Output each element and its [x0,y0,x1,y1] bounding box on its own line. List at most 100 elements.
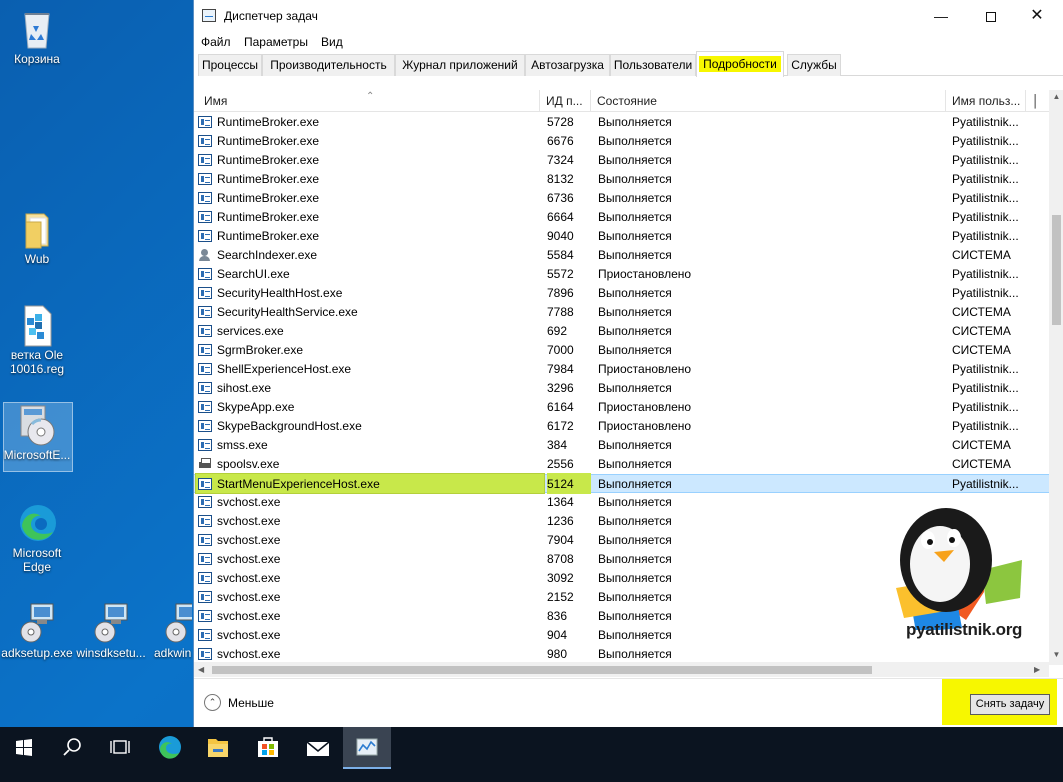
table-row[interactable]: SgrmBroker.exe 7000 Выполняется СИСТЕМА [194,341,1049,360]
table-row[interactable]: SecurityHealthHost.exe 7896 Выполняется Pya… [194,284,1049,303]
table-row[interactable]: spoolsv.exe 2556 Выполняется СИСТЕМА [194,455,1049,474]
cell-name: SearchUI.exe [217,267,290,281]
desktop-icon-microsoft-edge[interactable]: Microsoft Edge [0,502,74,574]
table-row[interactable]: RuntimeBroker.exe 5728 Выполняется Pyatilis… [194,113,1049,132]
title-bar[interactable]: Диспетчер задач — ✕ [194,0,1063,32]
taskbar-edge[interactable] [146,727,194,769]
scroll-left-arrow-icon[interactable]: ◀ [198,662,204,677]
setup-computer-icon [162,602,192,643]
desktop-icon-reg-file[interactable]: ветка Ole 10016.reg [0,304,74,376]
table-row[interactable]: ShellExperienceHost.exe 7984 Приостановлен… [194,360,1049,379]
table-row[interactable]: services.exe 692 Выполняется СИСТЕМА [194,322,1049,341]
cell-pid: 1236 [547,514,574,528]
menu-options[interactable]: Параметры [244,35,308,49]
cell-name: svchost.exe [217,590,281,604]
cell-name: services.exe [217,324,284,338]
desktop-icon-adkwin[interactable]: adkwin [148,602,192,660]
cell-name: svchost.exe [217,533,281,547]
column-header-pid[interactable]: ИД п... [540,90,591,112]
table-row[interactable]: RuntimeBroker.exe 8132 Выполняется Pyatilis… [194,170,1049,189]
cell-state: Выполняется [598,229,672,243]
column-header-name-label: Имя [204,94,228,108]
footer: ⌃ Меньше Снять задачу [194,678,1063,727]
desktop-icon-winsdksetup[interactable]: winsdksetu... [74,602,148,660]
taskbar-store[interactable] [244,727,292,769]
task-view-button[interactable] [96,727,144,769]
horizontal-scroll-thumb[interactable] [212,666,872,674]
table-row[interactable]: RuntimeBroker.exe 7324 Выполняется Pyatilis… [194,151,1049,170]
cell-state: Выполняется [598,343,672,357]
window-title: Диспетчер задач [224,9,318,23]
menu-file[interactable]: Файл [201,35,231,49]
tab-users[interactable]: Пользователи [610,54,696,76]
tab-app-history[interactable]: Журнал приложений [395,54,525,76]
tab-performance[interactable]: Производительность [262,54,395,76]
table-row[interactable]: RuntimeBroker.exe 6676 Выполняется Pyatilis… [194,132,1049,151]
cell-pid: 904 [547,628,568,642]
cell-state: Выполняется [598,191,672,205]
search-button[interactable] [48,727,96,769]
taskbar-mail[interactable] [294,727,342,769]
scroll-up-arrow-icon[interactable]: ▲ [1049,92,1063,101]
cell-pid: 7788 [547,305,574,319]
column-header-state[interactable]: Состояние [591,90,946,112]
cell-name: svchost.exe [217,571,281,585]
end-task-button[interactable]: Снять задачу [970,694,1050,715]
table-row[interactable]: RuntimeBroker.exe 6736 Выполняется Pyatilis… [194,189,1049,208]
desktop-icon-recycle-bin[interactable]: Корзина [0,8,74,66]
table-row-selected[interactable]: StartMenuExperienceHost.exe 5124 Выполняет… [194,473,1049,494]
cell-user: Pyatilistnik... [952,172,1019,186]
column-header-name[interactable]: Имя ⌃ [198,90,540,112]
start-button[interactable] [0,727,48,769]
cell-user: Pyatilistnik... [952,477,1019,491]
cell-name: RuntimeBroker.exe [217,210,320,224]
table-row[interactable]: SkypeBackgroundHost.exe 6172 Приостановлен… [194,417,1049,436]
watermark-text: pyatilistnik.org [906,620,1023,639]
cell-user: Pyatilistnik... [952,419,1019,433]
cell-user: Pyatilistnik... [952,153,1019,167]
desktop-icon-microsoft-installer[interactable]: MicrosoftE... [0,402,74,472]
cell-pid: 8132 [547,172,574,186]
cell-name: sihost.exe [217,381,272,395]
table-row[interactable]: smss.exe 384 Выполняется СИСТЕМА [194,436,1049,455]
cell-name: SgrmBroker.exe [217,343,304,357]
cell-pid: 692 [547,324,568,338]
table-row[interactable]: RuntimeBroker.exe 6664 Выполняется Pyatilis… [194,208,1049,227]
tab-details[interactable]: Подробности [696,51,784,77]
table-row[interactable]: sihost.exe 3296 Выполняется Pyatilistnik... [194,379,1049,398]
tab-details-label: Подробности [699,56,781,72]
tab-startup[interactable]: Автозагрузка [525,54,610,76]
column-header-more[interactable]: │ [1026,90,1049,112]
vertical-scroll-thumb[interactable] [1052,215,1061,325]
close-button[interactable]: ✕ [1014,0,1060,32]
cell-state: Выполняется [598,172,672,186]
table-row[interactable]: SearchUI.exe 5572 Приостановлено Pyatilistn… [194,265,1049,284]
table-row[interactable]: RuntimeBroker.exe 9040 Выполняется Pyatilis… [194,227,1049,246]
desktop-icon-adksetup[interactable]: adksetup.exe [0,602,74,660]
table-row[interactable]: SecurityHealthService.exe 7788 Выполняется… [194,303,1049,322]
cell-state: Выполняется [598,286,672,300]
minimize-button[interactable]: — [918,0,964,32]
cell-user: Pyatilistnik... [952,362,1019,376]
taskbar-task-manager[interactable] [343,727,391,769]
cell-pid: 2152 [547,590,574,604]
task-manager-icon [202,9,216,22]
tab-processes[interactable]: Процессы [198,54,262,76]
cell-state: Выполняется [598,381,672,395]
cell-pid: 8708 [547,552,574,566]
menu-view[interactable]: Вид [321,35,343,49]
menu-bar: Файл Параметры Вид [194,32,1063,52]
table-row[interactable]: SkypeApp.exe 6164 Приостановлено Pyatilistn… [194,398,1049,417]
table-row[interactable]: SearchIndexer.exe 5584 Выполняется СИСТЕМА [194,246,1049,265]
cell-user: Pyatilistnik... [952,286,1019,300]
cell-name: spoolsv.exe [217,457,280,471]
cell-pid: 3296 [547,381,574,395]
maximize-button[interactable] [968,0,1014,32]
taskbar-file-explorer[interactable] [194,727,242,769]
tab-services[interactable]: Службы [787,54,841,76]
column-header-user[interactable]: Имя польз... [946,90,1026,112]
desktop-icon-wub-folder[interactable]: Wub [0,208,74,266]
cell-user: Pyatilistnik... [952,134,1019,148]
cell-pid: 5572 [547,267,574,281]
cell-name: RuntimeBroker.exe [217,134,320,148]
